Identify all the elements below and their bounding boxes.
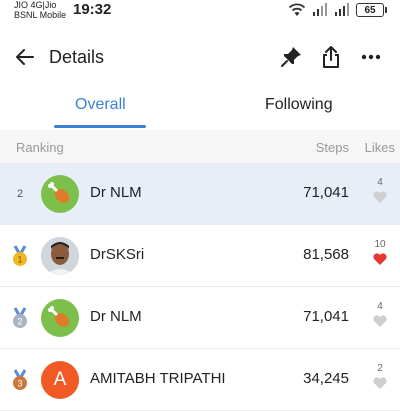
likes-cell[interactable]: 2: [372, 363, 388, 390]
table-row[interactable]: 1 DrSKSri 81,568 10: [0, 225, 400, 287]
header-ranking: Ranking: [16, 140, 64, 155]
medal-rank: 1: [17, 254, 22, 264]
step-count: 71,041: [303, 184, 349, 201]
signal-strength-icon: [313, 3, 327, 16]
carrier-line-1: JIO 4G|Jio: [14, 0, 57, 10]
drumstick-icon: [48, 182, 70, 203]
likes-cell[interactable]: 4: [372, 301, 388, 328]
more-icon[interactable]: [358, 44, 384, 70]
drumstick-avatar[interactable]: [41, 175, 79, 213]
carrier-info: JIO 4G|Jio BSNL Mobile: [14, 0, 66, 20]
gold-medal-icon: 1: [10, 225, 30, 286]
player-name: DrSKSri: [90, 246, 145, 263]
letter-avatar[interactable]: A: [41, 361, 79, 399]
status-bar: JIO 4G|Jio BSNL Mobile 19:32 65: [0, 0, 400, 24]
avatar-letter: A: [53, 369, 67, 390]
medal-rank: 3: [17, 378, 22, 388]
heart-icon[interactable]: [372, 376, 388, 390]
battery-icon: 65: [356, 3, 387, 17]
likes-cell[interactable]: 4: [372, 177, 388, 204]
rank-number: 2: [16, 187, 24, 200]
person-photo-icon: [41, 237, 79, 275]
signal-strength-icon-2: [335, 3, 349, 16]
tab-overall[interactable]: Overall: [75, 96, 126, 114]
app-bar: Details: [0, 30, 400, 84]
bronze-medal-icon: 3: [10, 349, 30, 410]
like-count: 4: [377, 301, 383, 312]
like-count: 4: [377, 177, 383, 188]
status-time: 19:32: [73, 1, 112, 18]
table-header: Ranking Steps Likes: [0, 130, 400, 163]
medal-rank: 2: [17, 316, 22, 326]
page-title: Details: [49, 47, 105, 67]
silver-medal-icon: 2: [10, 287, 30, 348]
battery-level: 65: [364, 4, 376, 16]
header-likes: Likes: [364, 140, 395, 155]
tab-selected-indicator: [54, 125, 146, 128]
heart-icon[interactable]: [372, 314, 388, 328]
tab-following[interactable]: Following: [265, 96, 333, 114]
drumstick-avatar[interactable]: [41, 299, 79, 337]
header-steps: Steps: [315, 140, 349, 155]
heart-icon[interactable]: [372, 190, 388, 204]
like-count: 10: [374, 239, 386, 250]
step-count: 34,245: [303, 370, 349, 387]
share-icon[interactable]: [318, 44, 344, 70]
carrier-line-2: BSNL Mobile: [14, 10, 67, 20]
player-name: AMITABH TRIPATHI: [90, 370, 226, 387]
like-count: 2: [377, 363, 383, 374]
player-name: Dr NLM: [90, 184, 142, 201]
step-count: 71,041: [303, 308, 349, 325]
likes-cell[interactable]: 10: [372, 239, 388, 266]
photo-avatar[interactable]: [41, 237, 79, 275]
wifi-icon: [288, 3, 306, 16]
drumstick-icon: [48, 306, 70, 327]
table-row[interactable]: 2 Dr NLM 71,041 4: [0, 287, 400, 349]
pin-icon[interactable]: [278, 44, 304, 70]
heart-icon[interactable]: [372, 252, 388, 266]
table-row-self[interactable]: 2 Dr NLM 71,041 4: [0, 163, 400, 225]
system-icons: 65: [288, 2, 387, 18]
player-name: Dr NLM: [90, 308, 142, 325]
step-count: 81,568: [303, 246, 349, 263]
tab-bar: Overall Following: [0, 84, 400, 131]
table-row[interactable]: 3 A AMITABH TRIPATHI 34,245 2: [0, 349, 400, 411]
back-arrow-icon[interactable]: [12, 44, 38, 70]
leaderboard-list: 2 Dr NLM 71,041 4 1 DrSKSri 81,568 10 2 …: [0, 163, 400, 411]
